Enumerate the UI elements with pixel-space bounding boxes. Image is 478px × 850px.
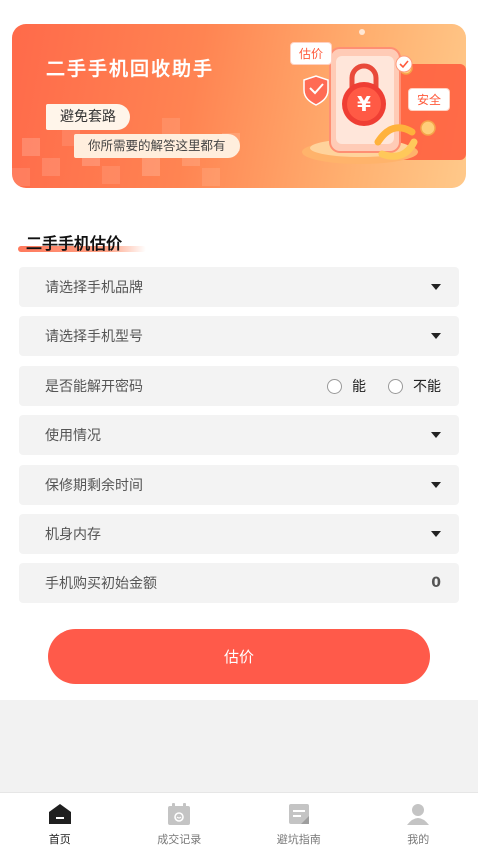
unlock-row: 是否能解开密码 能 不能	[19, 366, 459, 406]
tab-records[interactable]: 成交记录	[120, 793, 240, 850]
warranty-select[interactable]: 保修期剩余时间	[19, 465, 459, 505]
tab-guide[interactable]: 避坑指南	[239, 793, 359, 850]
unlock-option-no-label: 不能	[413, 379, 441, 395]
unlock-label: 是否能解开密码	[45, 379, 143, 395]
caret-down-icon	[431, 482, 441, 488]
banner-title: 二手手机回收助手	[46, 58, 215, 80]
caret-down-icon	[431, 284, 441, 290]
radio-button-icon[interactable]	[327, 378, 342, 394]
promo-banner[interactable]: 二手手机回收助手 避免套路 你所需要的解答这里都有 ¥ 估价 安全	[12, 24, 466, 188]
unlock-option-no[interactable]: 不能	[388, 376, 441, 396]
radio-button-icon[interactable]	[388, 378, 403, 394]
home-icon	[48, 804, 71, 824]
tab-profile[interactable]: 我的	[359, 793, 478, 850]
tab-profile-label: 我的	[407, 833, 430, 846]
banner-tagline: 避免套路	[46, 104, 130, 130]
usage-select-placeholder: 使用情况	[45, 428, 101, 444]
brand-select-placeholder: 请选择手机品牌	[45, 280, 143, 296]
purchase-price-field[interactable]: 手机购买初始金额 0	[19, 563, 459, 603]
model-select-placeholder: 请选择手机型号	[45, 329, 143, 345]
brand-select[interactable]: 请选择手机品牌	[19, 267, 459, 307]
estimate-tag: 估价	[290, 42, 333, 65]
safe-tag: 安全	[408, 88, 451, 111]
guide-icon	[288, 804, 309, 824]
estimate-form-card: 二手手机估价 请选择手机品牌 请选择手机型号 是否能解开密码 能 不能 使用情况…	[0, 208, 478, 700]
usage-select[interactable]: 使用情况	[19, 415, 459, 455]
bottom-tab-bar: 首页 成交记录 避坑指南 我的	[0, 792, 478, 850]
unlock-radio-group: 能 不能	[305, 376, 441, 396]
storage-select-placeholder: 机身内存	[45, 527, 101, 543]
warranty-select-placeholder: 保修期剩余时间	[45, 478, 143, 494]
unlock-option-yes-label: 能	[352, 379, 366, 395]
user-icon	[407, 804, 430, 825]
purchase-price-value[interactable]: 0	[431, 575, 441, 591]
storage-select[interactable]: 机身内存	[19, 514, 459, 554]
tab-home-label: 首页	[48, 833, 71, 846]
estimate-button[interactable]: 估价	[48, 629, 430, 684]
unlock-option-yes[interactable]: 能	[327, 376, 366, 396]
banner-mosaic-decoration	[12, 118, 240, 186]
caret-down-icon	[431, 432, 441, 438]
caret-down-icon	[431, 531, 441, 537]
banner-illustration: ¥ 估价 安全	[282, 24, 466, 188]
yuan-symbol: ¥	[357, 92, 371, 116]
tab-home[interactable]: 首页	[0, 793, 120, 850]
section-title: 二手手机估价	[26, 234, 123, 253]
purchase-price-label: 手机购买初始金额	[45, 576, 157, 592]
caret-down-icon	[431, 333, 441, 339]
tab-records-label: 成交记录	[157, 833, 202, 846]
banner-subtitle: 你所需要的解答这里都有	[74, 134, 240, 158]
tab-guide-label: 避坑指南	[276, 833, 321, 846]
calendar-icon	[168, 803, 191, 825]
model-select[interactable]: 请选择手机型号	[19, 316, 459, 356]
